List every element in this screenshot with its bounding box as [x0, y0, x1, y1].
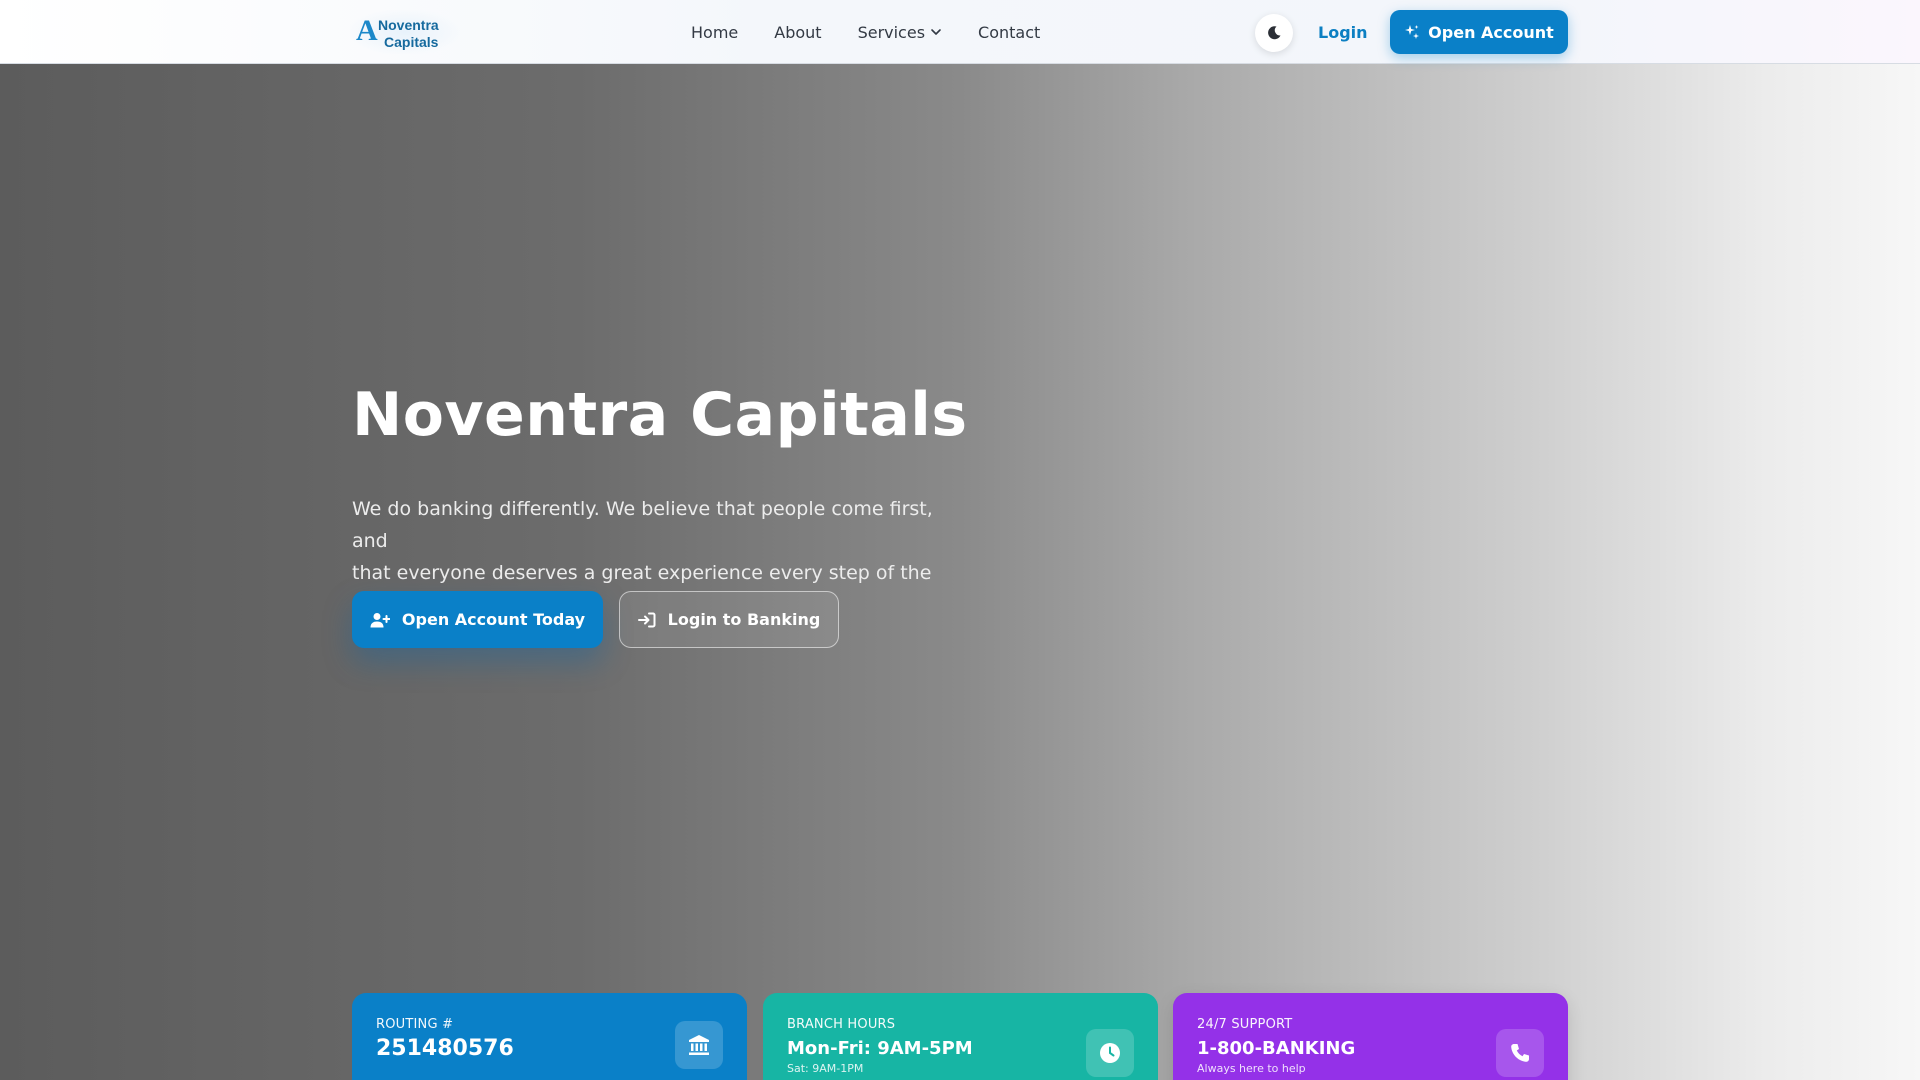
nav-item-label: Home	[691, 22, 739, 42]
hero-title: Noventra Capitals	[352, 380, 968, 450]
nav-item-contact[interactable]: Contact	[978, 23, 1040, 42]
nav-item-services[interactable]: Services	[858, 23, 942, 42]
logo-line-1: Noventra	[378, 17, 439, 33]
branch-hours-card: BRANCH HOURS Mon-Fri: 9AM-5PM Sat: 9AM-1…	[763, 993, 1158, 1080]
card-icon-box[interactable]	[1496, 1029, 1544, 1077]
card-icon-box	[675, 1021, 723, 1069]
site-header: A Noventra Capitals Home About Services …	[0, 0, 1920, 64]
clock-icon	[1100, 1043, 1120, 1063]
logo-line-2: Capitals	[384, 34, 439, 50]
card-value: Mon-Fri: 9AM-5PM	[787, 1038, 973, 1059]
chevron-down-icon	[931, 29, 941, 35]
card-value: 1-800-BANKING	[1197, 1038, 1356, 1059]
brand-logo[interactable]: A Noventra Capitals	[350, 10, 460, 54]
logo-mark: A	[356, 14, 378, 47]
user-plus-icon	[370, 612, 390, 627]
moon-icon	[1268, 26, 1281, 40]
nav-item-home[interactable]: Home	[691, 23, 738, 42]
support-card: 24/7 SUPPORT 1-800-BANKING Always here t…	[1173, 993, 1568, 1080]
nav-item-label: About	[774, 22, 822, 42]
login-to-banking-label: Login to Banking	[667, 610, 821, 629]
nav-item-label: Services	[857, 22, 926, 42]
hero-subtitle-line-1: We do banking differently. We believe th…	[352, 498, 933, 552]
card-note: Always here to help	[1197, 1062, 1306, 1075]
card-icon-box	[1086, 1029, 1134, 1077]
login-to-banking-button[interactable]: Login to Banking	[619, 591, 839, 648]
card-label: ROUTING #	[376, 1017, 454, 1032]
routing-number-card: ROUTING # 251480576	[352, 993, 747, 1080]
open-account-label: Open Account	[1428, 22, 1554, 42]
card-label: 24/7 SUPPORT	[1197, 1017, 1293, 1032]
login-link[interactable]: Login	[1318, 0, 1368, 64]
sign-in-icon	[637, 612, 656, 627]
theme-toggle-button[interactable]	[1255, 14, 1293, 52]
open-account-button[interactable]: Open Account	[1390, 10, 1568, 54]
sparkles-icon	[1405, 25, 1420, 39]
bank-icon	[689, 1035, 709, 1055]
logo-text: Noventra Capitals	[378, 17, 439, 51]
card-value: 251480576	[376, 1036, 514, 1061]
main-nav: Home About Services Contact	[691, 0, 1040, 64]
open-account-today-button[interactable]: Open Account Today	[352, 591, 603, 648]
nav-item-label: Contact	[978, 22, 1041, 42]
phone-icon	[1511, 1044, 1529, 1062]
card-note: Sat: 9AM-1PM	[787, 1062, 864, 1075]
open-account-today-label: Open Account Today	[401, 610, 586, 629]
nav-item-about[interactable]: About	[774, 23, 821, 42]
card-label: BRANCH HOURS	[787, 1017, 896, 1032]
